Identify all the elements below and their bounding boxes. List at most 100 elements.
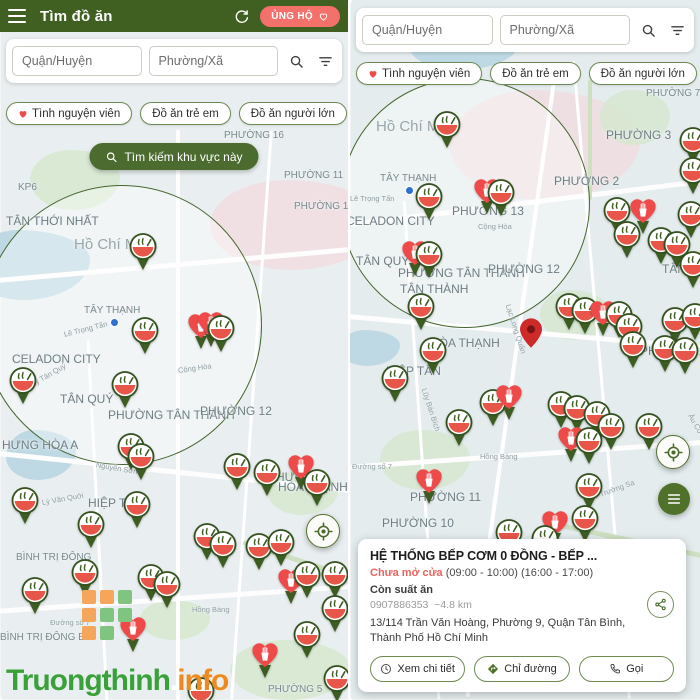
filter-icon[interactable] — [666, 17, 688, 43]
map-label: KP6 — [18, 182, 37, 193]
map-label: PHƯỜNG 16 — [224, 130, 284, 141]
food-marker[interactable] — [20, 576, 50, 614]
donate-button[interactable]: ỦNG HỘ — [260, 5, 340, 27]
food-marker[interactable] — [414, 182, 444, 220]
place-distance: ~4.8 km — [434, 599, 472, 612]
search-bar-right: Quận/Huyện Phường/Xã — [356, 8, 694, 52]
search-bar-left: Quận/Huyện Phường/Xã — [6, 39, 342, 83]
left-screenshot-panel: KP6 TÂN THỚI NHẤT Hồ Chí Minh TÂY THẠNH CELA… — [0, 0, 350, 700]
filter-icon[interactable] — [314, 48, 336, 74]
chip-adult-food[interactable]: Đồ ăn người lớn — [588, 62, 697, 85]
chip-volunteer[interactable]: Tình nguyện viên — [356, 62, 483, 85]
chip-volunteer[interactable]: Tình nguyện viên — [6, 102, 133, 125]
search-this-area-button[interactable]: Tìm kiếm khu vực này — [89, 143, 259, 170]
hamburger-icon[interactable] — [8, 9, 26, 23]
chip-label: Đồ ăn trẻ em — [152, 107, 219, 120]
donate-label: ỦNG HỘ — [271, 10, 313, 22]
ward-input[interactable]: Phường/Xã — [148, 46, 278, 76]
chip-kids-food[interactable]: Đồ ăn trẻ em — [140, 102, 231, 125]
search-icon[interactable] — [285, 48, 307, 74]
food-marker[interactable] — [10, 486, 40, 524]
action-label: Xem chi tiết — [397, 663, 455, 675]
list-view-button[interactable] — [658, 483, 690, 515]
food-marker[interactable] — [432, 110, 462, 148]
volunteer-marker[interactable] — [414, 466, 444, 504]
call-button[interactable]: Gọi — [578, 656, 674, 682]
search-icon — [106, 151, 117, 162]
food-marker[interactable] — [670, 336, 700, 374]
selected-location-pin[interactable] — [520, 318, 542, 353]
food-marker[interactable] — [486, 178, 516, 216]
my-location-button[interactable] — [306, 514, 340, 548]
food-marker[interactable] — [612, 220, 642, 258]
food-marker[interactable] — [128, 232, 158, 270]
my-location-icon — [663, 442, 683, 462]
food-marker[interactable] — [252, 458, 282, 496]
ward-input[interactable]: Phường/Xã — [499, 15, 630, 45]
place-info-card: HỆ THỐNG BẾP CƠM 0 ĐỒNG - BẾP ... Chưa m… — [358, 539, 686, 692]
page-title: Tìm đồ ăn — [40, 7, 113, 25]
food-marker[interactable] — [126, 442, 156, 480]
food-marker[interactable] — [570, 504, 600, 542]
food-marker[interactable] — [380, 364, 410, 402]
food-marker[interactable] — [302, 468, 332, 506]
food-marker[interactable] — [292, 620, 322, 658]
my-location-button[interactable] — [656, 435, 690, 469]
chip-adult-food[interactable]: Đồ ăn người lớn — [238, 102, 347, 125]
place-actions: Xem chi tiết Chỉ đường Gọi — [370, 656, 674, 682]
food-marker[interactable] — [680, 302, 700, 340]
food-marker[interactable] — [678, 156, 700, 194]
heart-icon — [19, 110, 27, 118]
map-label: Cộng Hòa — [478, 222, 512, 231]
food-marker[interactable] — [414, 240, 444, 278]
food-marker[interactable] — [130, 316, 160, 354]
food-marker[interactable] — [208, 530, 238, 568]
place-hours: (09:00 - 10:00) (16:00 - 17:00) — [445, 567, 594, 580]
food-marker[interactable] — [122, 490, 152, 528]
map-label: TÂN QUÝ — [60, 392, 114, 406]
place-hours-row: Chưa mở cửa (09:00 - 10:00) (16:00 - 17:… — [370, 567, 674, 579]
food-marker[interactable] — [596, 412, 626, 450]
map-label: TÂN THỚI NHẤT — [6, 214, 99, 228]
food-marker[interactable] — [110, 370, 140, 408]
district-input[interactable]: Quận/Huyện — [12, 46, 142, 76]
food-marker[interactable] — [206, 314, 236, 352]
food-marker[interactable] — [76, 510, 106, 548]
volunteer-marker[interactable] — [250, 640, 280, 678]
map-label: Đường số 7 — [352, 462, 392, 471]
right-screenshot-panel: Hồ Chí Minh PHƯỜNG 3 PHƯỜNG 2 PHƯỜNG 7 TÂY T… — [350, 0, 700, 700]
volunteer-marker[interactable] — [494, 382, 524, 420]
directions-button[interactable]: Chỉ đường — [474, 656, 570, 682]
chip-label: Đồ ăn người lớn — [600, 67, 685, 80]
food-marker[interactable] — [320, 560, 348, 598]
directions-icon — [488, 663, 499, 675]
food-marker[interactable] — [322, 664, 348, 700]
phone-icon — [610, 663, 621, 674]
food-marker[interactable] — [444, 408, 474, 446]
action-label: Gọi — [626, 663, 644, 675]
food-marker[interactable] — [406, 292, 436, 330]
district-input[interactable]: Quận/Huyện — [362, 15, 493, 45]
place-address: 13/114 Trần Văn Hoàng, Phường 9, Quận Tâ… — [370, 617, 626, 645]
food-marker[interactable] — [292, 560, 322, 598]
food-marker[interactable] — [8, 366, 38, 404]
refresh-icon[interactable] — [230, 5, 252, 27]
food-marker[interactable] — [320, 594, 348, 632]
food-marker[interactable] — [222, 452, 252, 490]
map-label: PHƯỜNG 12 — [200, 404, 272, 418]
user-location-dot — [110, 318, 119, 327]
food-marker[interactable] — [418, 336, 448, 374]
share-icon — [655, 599, 666, 611]
watermark-c: info — [177, 664, 229, 697]
map-label: Hồng Bàng — [192, 605, 230, 614]
watermark: Truongthinh.info — [6, 664, 229, 698]
chip-kids-food[interactable]: Đồ ăn trẻ em — [490, 62, 581, 85]
search-icon[interactable] — [637, 17, 659, 43]
status-badge: Chưa mở cửa — [370, 567, 443, 580]
view-details-button[interactable]: Xem chi tiết — [370, 656, 466, 682]
heart-outline-icon — [319, 13, 328, 21]
food-marker[interactable] — [152, 570, 182, 608]
food-marker[interactable] — [678, 250, 700, 288]
share-button[interactable] — [647, 591, 674, 619]
food-marker[interactable] — [618, 330, 648, 368]
